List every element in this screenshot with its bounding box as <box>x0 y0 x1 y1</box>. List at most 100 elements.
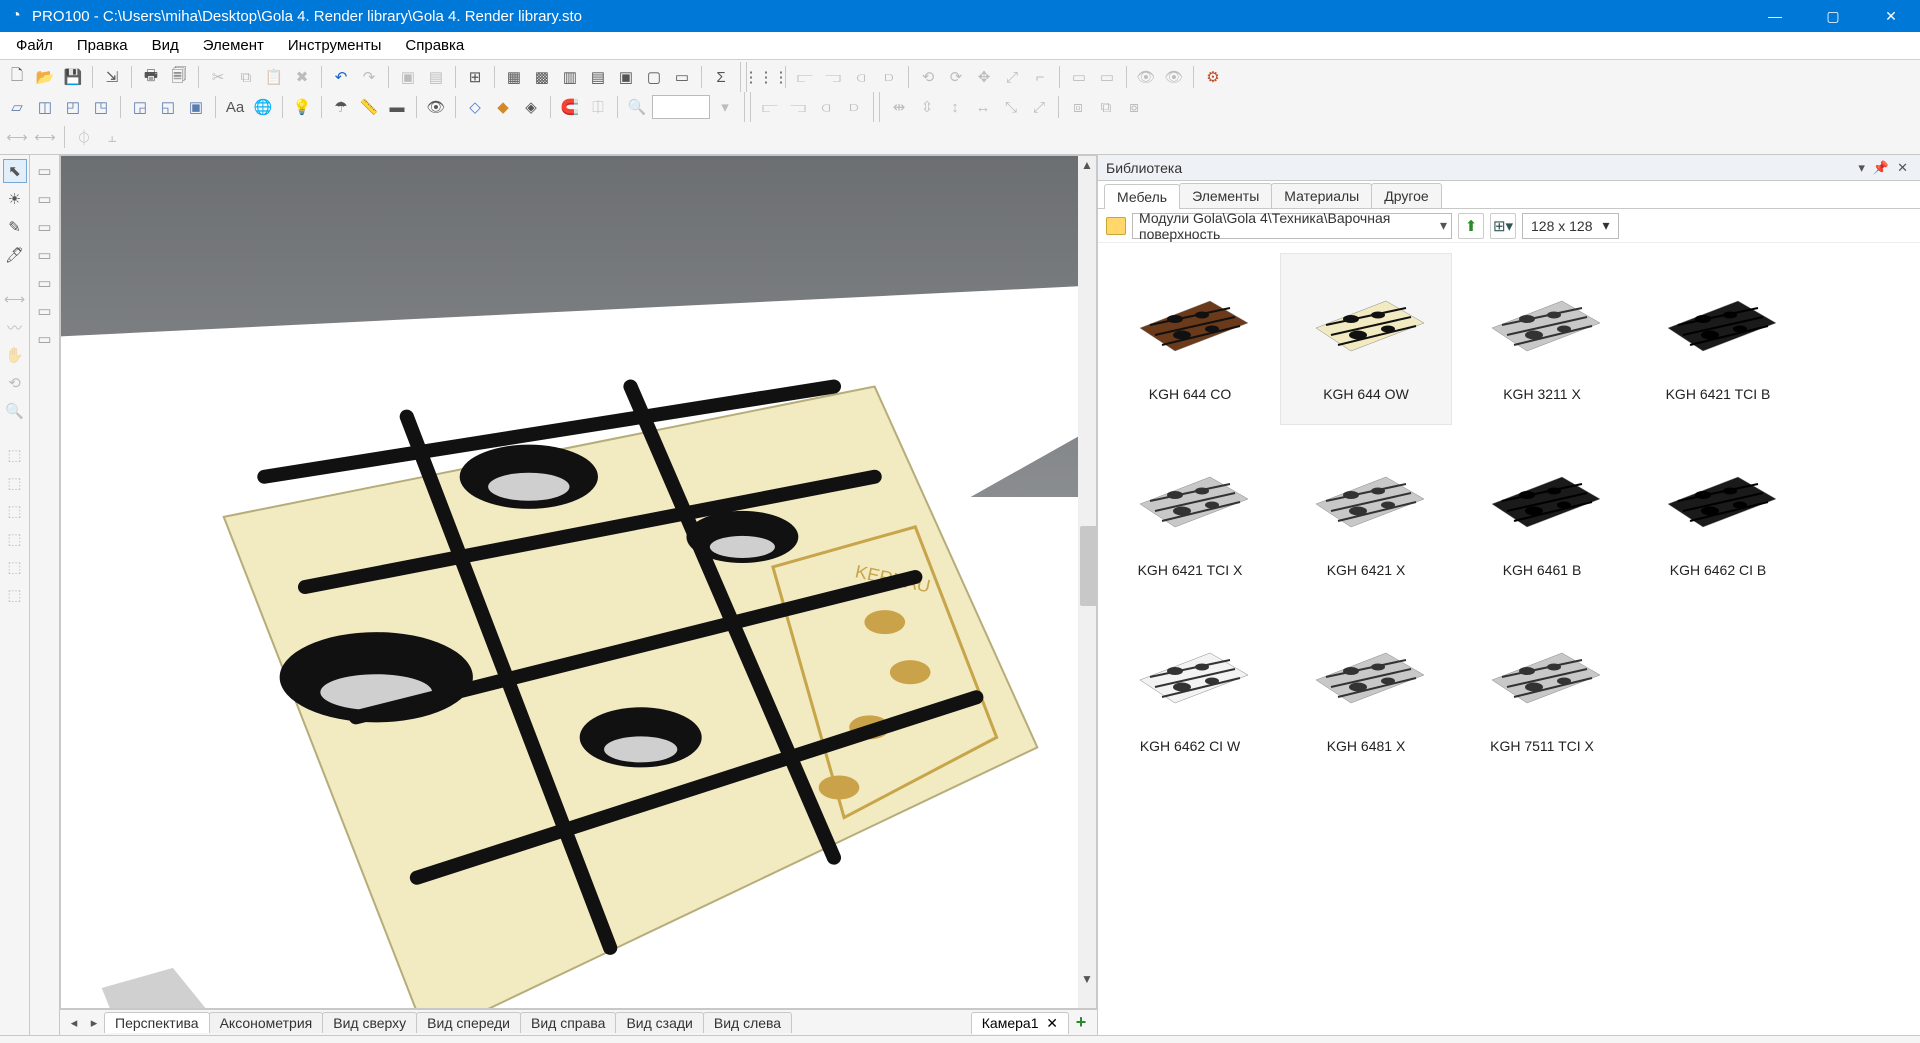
diamond-icon-1[interactable]: ◇ <box>462 94 488 120</box>
diamond-icon-2[interactable]: ◆ <box>490 94 516 120</box>
rotate-icon-2[interactable]: ⟳ <box>943 64 969 90</box>
b-tool-6-icon[interactable]: ▭ <box>33 299 57 323</box>
zoom-input[interactable] <box>652 95 710 119</box>
eye-icon[interactable]: 👁 <box>423 94 449 120</box>
window-icon[interactable]: ⊞ <box>462 64 488 90</box>
pointer-tool-icon[interactable]: ⬉ <box>3 159 27 183</box>
globe-icon[interactable]: 🌐 <box>250 94 276 120</box>
tool-icon-6[interactable]: ▢ <box>641 64 667 90</box>
menu-edit[interactable]: Правка <box>65 33 140 58</box>
up-folder-icon[interactable]: ⬆ <box>1458 213 1484 239</box>
add-view-icon[interactable]: + <box>1069 1012 1093 1033</box>
dist-icon-2[interactable]: ⫎ <box>785 94 811 120</box>
b-tool-4-icon[interactable]: ▭ <box>33 243 57 267</box>
tab-materials[interactable]: Материалы <box>1271 183 1372 208</box>
library-item[interactable]: KGH 6421 X <box>1280 429 1452 601</box>
new-icon[interactable]: 🗋 <box>4 64 30 90</box>
view-tab[interactable]: Вид сверху <box>322 1012 417 1033</box>
panel-pin-icon[interactable]: 📌 <box>1869 160 1893 176</box>
library-item[interactable]: KGH 6462 CI B <box>1632 429 1804 601</box>
layer-icon-1[interactable]: ▭ <box>1066 64 1092 90</box>
layer-icon-2[interactable]: ▭ <box>1094 64 1120 90</box>
tool-icon-4[interactable]: ▤ <box>585 64 611 90</box>
box-icon-1[interactable]: ▱ <box>4 94 30 120</box>
view-mode-icon[interactable]: ⊞▾ <box>1490 213 1516 239</box>
view-tab[interactable]: Перспектива <box>104 1012 210 1033</box>
tab-elements[interactable]: Элементы <box>1179 183 1272 208</box>
tab-furniture[interactable]: Мебель <box>1104 184 1180 209</box>
scroll-down-icon[interactable]: ▼ <box>1078 970 1096 988</box>
dist-icon-4[interactable]: ⫐ <box>841 94 867 120</box>
tab-other[interactable]: Другое <box>1371 183 1441 208</box>
b-tool-7-icon[interactable]: ▭ <box>33 327 57 351</box>
b-tool-3-icon[interactable]: ▭ <box>33 215 57 239</box>
axis-icon-2[interactable]: ⇳ <box>914 94 940 120</box>
delete-icon[interactable]: ✖ <box>289 64 315 90</box>
eye-on-icon[interactable]: 👁 <box>1161 64 1187 90</box>
view-tab[interactable]: Вид сзади <box>615 1012 703 1033</box>
box-icon-4[interactable]: ◳ <box>88 94 114 120</box>
axis-icon-3[interactable]: ↕ <box>942 94 968 120</box>
extra-tool-5-icon[interactable]: ⬚ <box>3 555 27 579</box>
tool-icon-2[interactable]: ▩ <box>529 64 555 90</box>
dim-tool-icon[interactable]: ⟷ <box>3 287 27 311</box>
print-icon[interactable]: 🖶 <box>138 64 164 90</box>
pen-tool-icon[interactable]: 🖊 <box>3 243 27 267</box>
b-tool-5-icon[interactable]: ▭ <box>33 271 57 295</box>
library-item[interactable]: KGH 644 CO <box>1104 253 1276 425</box>
box-icon-3[interactable]: ◰ <box>60 94 86 120</box>
settings-icon[interactable]: ⚙ <box>1200 64 1226 90</box>
panel-close-icon[interactable]: ✕ <box>1893 160 1912 176</box>
eye-off-icon[interactable]: 👁 <box>1133 64 1159 90</box>
menu-view[interactable]: Вид <box>140 33 191 58</box>
extra-tool-4-icon[interactable]: ⬚ <box>3 527 27 551</box>
axis-icon-6[interactable]: ⤢ <box>1026 94 1052 120</box>
zoom-icon[interactable]: 🔍 <box>624 94 650 120</box>
b-tool-2-icon[interactable]: ▭ <box>33 187 57 211</box>
shadow-icon[interactable]: ▬ <box>384 94 410 120</box>
library-item[interactable]: KGH 6461 B <box>1456 429 1628 601</box>
close-button[interactable]: ✕ <box>1862 0 1920 32</box>
b-tool-1-icon[interactable]: ▭ <box>33 159 57 183</box>
undo-icon[interactable]: ↶ <box>328 64 354 90</box>
axis-icon-4[interactable]: ↔ <box>970 94 996 120</box>
open-icon[interactable]: 📂 <box>32 64 58 90</box>
extra-tool-3-icon[interactable]: ⬚ <box>3 499 27 523</box>
library-item[interactable]: KGH 6462 CI W <box>1104 605 1276 777</box>
paste-icon[interactable]: 📋 <box>261 64 287 90</box>
view-tab[interactable]: Вид спереди <box>416 1012 521 1033</box>
print-preview-icon[interactable]: 🗐 <box>166 64 192 90</box>
zoom-tool-icon[interactable]: 🔍 <box>3 399 27 423</box>
sigma-icon[interactable]: Σ <box>708 64 734 90</box>
box-icon-7[interactable]: ▣ <box>183 94 209 120</box>
align-icon-1[interactable]: ⫍ <box>792 64 818 90</box>
view-tabs-prev-icon[interactable]: ◂ <box>64 1015 84 1031</box>
axis-icon-5[interactable]: ⤡ <box>998 94 1024 120</box>
view-tabs-next-icon[interactable]: ▸ <box>84 1015 104 1031</box>
extra-tool-2-icon[interactable]: ⬚ <box>3 471 27 495</box>
brush-tool-icon[interactable]: ✎ <box>3 215 27 239</box>
align-icon-3[interactable]: ⫏ <box>848 64 874 90</box>
move-icon[interactable]: ✥ <box>971 64 997 90</box>
path-tool-icon[interactable]: 〰 <box>3 315 27 339</box>
align-icon-4[interactable]: ⫐ <box>876 64 902 90</box>
library-item[interactable]: KGH 3211 X <box>1456 253 1628 425</box>
group-icon[interactable]: ▣ <box>395 64 421 90</box>
maximize-button[interactable]: ▢ <box>1804 0 1862 32</box>
misc-icon-2[interactable]: ⧉ <box>1093 94 1119 120</box>
library-item[interactable]: KGH 6481 X <box>1280 605 1452 777</box>
text-label-icon[interactable]: Aa <box>222 94 248 120</box>
menu-file[interactable]: Файл <box>4 33 65 58</box>
export-icon[interactable]: ⇲ <box>99 64 125 90</box>
dim-icon-3[interactable]: ⏀ <box>71 124 97 150</box>
scale-icon[interactable]: ⤢ <box>999 64 1025 90</box>
menu-tools[interactable]: Инструменты <box>276 33 394 58</box>
viewport-scrollbar[interactable]: ▲ ▼ <box>1078 156 1096 988</box>
tool-icon-5[interactable]: ▣ <box>613 64 639 90</box>
library-path-dropdown[interactable]: Модули Gola\Gola 4\Техника\Варочная пове… <box>1132 213 1452 239</box>
ruler-icon[interactable]: 📏 <box>356 94 382 120</box>
hat-icon[interactable]: ☂ <box>328 94 354 120</box>
redo-icon[interactable]: ↷ <box>356 64 382 90</box>
misc-icon-3[interactable]: ⧇ <box>1121 94 1147 120</box>
viewport[interactable]: KERNAU <box>60 155 1097 1009</box>
